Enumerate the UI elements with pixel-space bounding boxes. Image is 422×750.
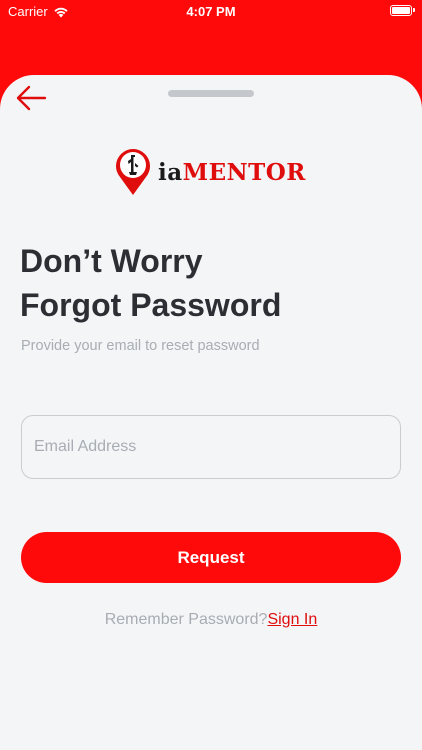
back-button[interactable] bbox=[14, 83, 48, 113]
page-title: Don’t Worry Forgot Password bbox=[20, 239, 400, 327]
logo-prefix: ia bbox=[158, 158, 183, 186]
request-button[interactable]: Request bbox=[21, 532, 401, 583]
page-title-line-2: Forgot Password bbox=[20, 287, 282, 323]
logo-wordmark: iaMENTOR bbox=[158, 159, 306, 186]
signin-prompt-row: Remember Password?Sign In bbox=[0, 611, 422, 629]
logo-brand: MENTOR bbox=[182, 158, 306, 186]
forgot-password-sheet: iaMENTOR Don’t Worry Forgot Password Pro… bbox=[0, 75, 422, 750]
status-bar: Carrier 4:07 PM bbox=[0, 0, 422, 24]
status-time: 4:07 PM bbox=[186, 4, 236, 19]
map-pin-icon bbox=[116, 149, 150, 195]
email-field[interactable] bbox=[21, 415, 401, 479]
page-title-line-1: Don’t Worry bbox=[20, 243, 203, 279]
battery-icon bbox=[390, 5, 415, 16]
sheet-grabber[interactable] bbox=[168, 90, 254, 97]
remember-password-label: Remember Password? bbox=[104, 611, 268, 628]
battery-fill bbox=[392, 7, 410, 14]
battery-nub bbox=[413, 8, 415, 12]
sign-in-link[interactable]: Sign In bbox=[267, 611, 317, 628]
page-subtitle: Provide your email to reset password bbox=[21, 338, 260, 354]
arrow-left-icon bbox=[16, 85, 47, 111]
app-logo: iaMENTOR bbox=[112, 145, 306, 197]
